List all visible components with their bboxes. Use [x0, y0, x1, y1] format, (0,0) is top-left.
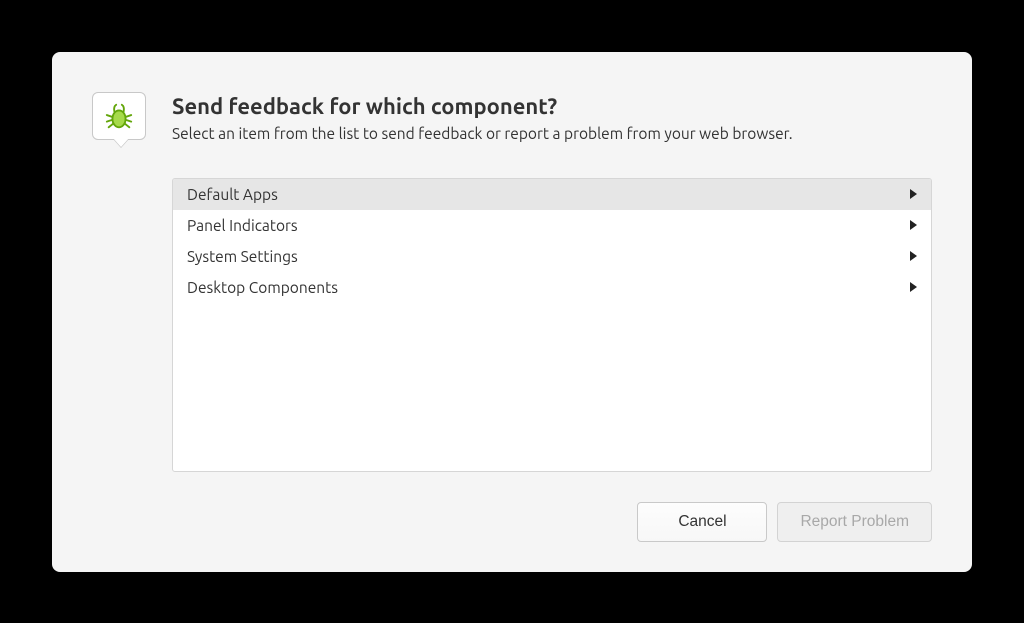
chevron-right-icon [910, 220, 917, 230]
list-item-label: System Settings [187, 248, 298, 265]
chevron-right-icon [910, 282, 917, 292]
list-item-system-settings[interactable]: System Settings [173, 241, 931, 272]
list-item-label: Default Apps [187, 186, 278, 203]
cancel-button[interactable]: Cancel [637, 502, 767, 542]
component-list: Default Apps Panel Indicators System Set… [172, 178, 932, 472]
list-item-desktop-components[interactable]: Desktop Components [173, 272, 931, 303]
dialog-header: Send feedback for which component? Selec… [92, 92, 932, 150]
list-item-panel-indicators[interactable]: Panel Indicators [173, 210, 931, 241]
bug-icon [92, 92, 146, 140]
list-item-label: Desktop Components [187, 279, 338, 296]
list-item-label: Panel Indicators [187, 217, 298, 234]
speech-tail [113, 138, 129, 147]
report-problem-button[interactable]: Report Problem [777, 502, 932, 542]
dialog-icon-wrap [92, 92, 150, 150]
list-item-default-apps[interactable]: Default Apps [173, 179, 931, 210]
dialog-buttons: Cancel Report Problem [92, 502, 932, 542]
heading-column: Send feedback for which component? Selec… [172, 92, 932, 142]
dialog-subtitle: Select an item from the list to send fee… [172, 125, 932, 142]
dialog-title: Send feedback for which component? [172, 94, 932, 119]
feedback-dialog: Send feedback for which component? Selec… [52, 52, 972, 572]
chevron-right-icon [910, 251, 917, 261]
bug-svg [104, 101, 134, 131]
chevron-right-icon [910, 189, 917, 199]
